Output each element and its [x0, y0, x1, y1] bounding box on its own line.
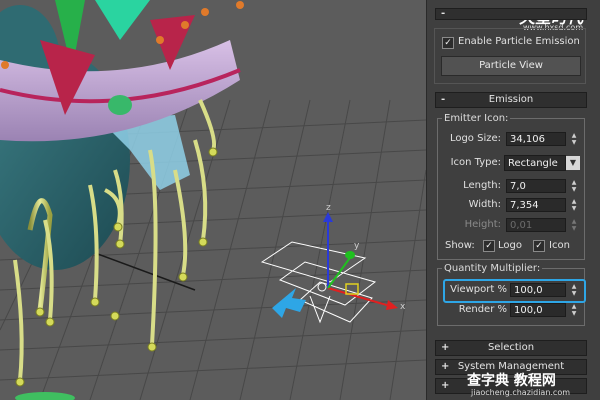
bottom-watermark-url: jiaocheng.chazidian.com	[471, 388, 571, 397]
expand-icon: +	[441, 380, 450, 391]
show-logo-label: Logo	[498, 240, 522, 251]
icon-type-label: Icon Type:	[450, 157, 501, 168]
svg-text:x: x	[400, 302, 406, 312]
bottom-watermark: 查字典 教程网 jiaocheng.chazidian.com	[467, 368, 600, 400]
particle-view-button[interactable]: Particle View	[441, 56, 581, 76]
height-field: 0,01	[506, 218, 566, 232]
logo-size-field[interactable]: 34,106	[506, 132, 566, 146]
width-spinner[interactable]: ▲ ▼	[569, 198, 579, 212]
height-label: Height:	[464, 219, 501, 230]
render-percent-spinner[interactable]: ▲ ▼	[569, 303, 579, 317]
render-percent-label: Render %	[458, 304, 507, 315]
expand-icon: +	[441, 361, 450, 372]
bottom-watermark-text: 查字典 教程网	[467, 373, 556, 389]
show-icon-label: Icon	[549, 240, 570, 251]
rollout-top-header[interactable]: -	[435, 8, 587, 20]
svg-text:z: z	[326, 203, 331, 213]
viewport-percent-label: Viewport %	[450, 284, 507, 295]
length-spinner[interactable]: ▲ ▼	[569, 179, 579, 193]
emitter-icon-group-label: Emitter Icon:	[442, 113, 511, 124]
width-label: Width:	[468, 199, 501, 210]
enable-particle-emission-checkbox[interactable]: ✓	[442, 37, 454, 49]
emission-title: Emission	[488, 94, 534, 105]
logo-size-spinner[interactable]: ▲ ▼	[569, 132, 579, 146]
icon-type-dropdown[interactable]: Rectangle	[504, 155, 566, 171]
length-label: Length:	[463, 180, 501, 191]
svg-text:y: y	[354, 241, 360, 251]
render-percent-field[interactable]: 100,0	[510, 303, 566, 317]
enable-particle-emission-label: Enable Particle Emission	[458, 36, 580, 47]
expand-icon: +	[441, 342, 450, 353]
command-panel: 火星时代 www.hxsd.com - ✓ Enable Particle Em…	[426, 0, 600, 400]
collapse-icon: -	[441, 8, 446, 19]
3d-viewport[interactable]: z x y	[0, 0, 426, 400]
show-logo-checkbox[interactable]: ✓	[483, 240, 495, 252]
quantity-multiplier-group-label: Quantity Multiplier:	[442, 263, 543, 274]
viewport-percent-spinner[interactable]: ▲ ▼	[569, 283, 579, 297]
width-field[interactable]: 7,354	[506, 198, 566, 212]
show-label: Show:	[445, 240, 475, 251]
viewport-percent-field[interactable]: 100,0	[510, 283, 566, 297]
emission-rollout-header[interactable]: - Emission	[435, 92, 587, 108]
selection-rollout-header[interactable]: + Selection	[435, 340, 587, 356]
viewport-scene[interactable]: z x y	[0, 0, 426, 400]
collapse-icon: -	[441, 94, 446, 105]
length-field[interactable]: 7,0	[506, 179, 566, 193]
chevron-down-icon[interactable]: ▼	[566, 156, 580, 170]
show-icon-checkbox[interactable]: ✓	[533, 240, 545, 252]
height-spinner: ▲ ▼	[571, 218, 577, 232]
logo-size-label: Logo Size:	[449, 133, 501, 144]
selection-title: Selection	[487, 342, 535, 353]
